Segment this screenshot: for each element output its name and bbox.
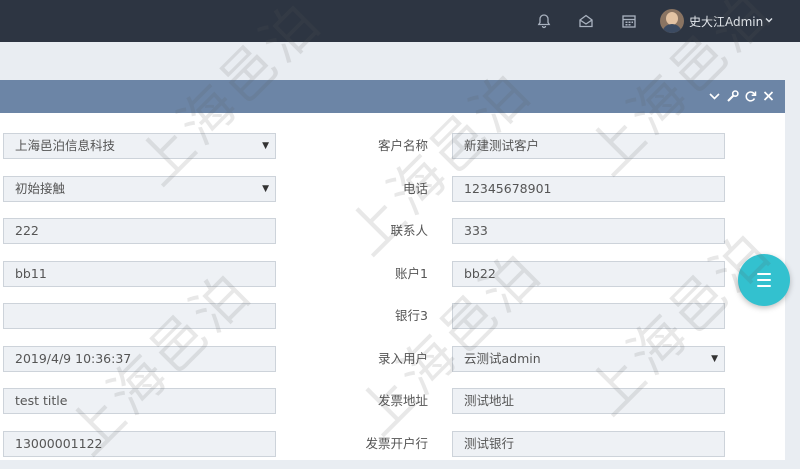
- customer-name-field[interactable]: 新建测试客户: [452, 133, 725, 159]
- phone-input[interactable]: 12345678901: [452, 176, 725, 202]
- close-icon[interactable]: [762, 89, 775, 103]
- menu-icon: [757, 273, 771, 291]
- top-navbar: 史大江Admin: [0, 0, 800, 42]
- calendar-icon[interactable]: [621, 13, 637, 29]
- company-select[interactable]: 上海邑泊信息科技 ▼: [3, 133, 276, 159]
- collapse-chevron-icon[interactable]: [708, 89, 721, 103]
- username[interactable]: 史大江Admin: [689, 13, 763, 30]
- stage-select[interactable]: 初始接触 ▼: [3, 176, 276, 202]
- invoice-address-field[interactable]: 测试地址: [452, 388, 725, 414]
- caret-down-icon: ▼: [711, 354, 718, 364]
- text-field[interactable]: 222: [3, 218, 276, 244]
- account1-label: 账户1: [395, 266, 428, 281]
- invoice-bank-field[interactable]: 测试银行: [452, 431, 725, 457]
- chevron-down-icon[interactable]: [764, 15, 774, 25]
- title-field[interactable]: test title: [3, 388, 276, 414]
- phone-label: 电话: [402, 181, 428, 196]
- bank3-label: 银行3: [395, 308, 428, 323]
- contact-label: 联系人: [390, 223, 428, 238]
- entry-user-select[interactable]: 云测试admin ▼: [452, 346, 725, 372]
- entry-time-field[interactable]: 2019/4/9 10:36:37: [3, 346, 276, 372]
- mail-open-icon[interactable]: [578, 13, 594, 29]
- text-field[interactable]: bb11: [3, 261, 276, 287]
- phone-field[interactable]: 13000001122: [3, 431, 276, 457]
- entry-user-value: 云测试admin: [464, 351, 541, 366]
- empty-text-field[interactable]: [3, 303, 276, 329]
- caret-down-icon: ▼: [262, 141, 269, 151]
- customer-name-label: 客户名称: [377, 138, 428, 153]
- stage-select-value: 初始接触: [15, 181, 66, 196]
- account1-field[interactable]: bb22: [452, 261, 725, 287]
- bank3-field[interactable]: [452, 303, 725, 329]
- company-select-value: 上海邑泊信息科技: [15, 138, 116, 153]
- invoice-address-label: 发票地址: [377, 393, 428, 408]
- refresh-icon[interactable]: [744, 89, 757, 103]
- entry-user-label: 录入用户: [377, 351, 428, 366]
- menu-fab-button[interactable]: [738, 254, 790, 306]
- invoice-bank-label: 发票开户行: [365, 436, 428, 451]
- avatar[interactable]: [660, 9, 684, 33]
- panel-tools: [708, 89, 775, 103]
- panel-header: [0, 80, 785, 113]
- wrench-icon[interactable]: [726, 89, 739, 103]
- bell-icon[interactable]: [536, 13, 552, 29]
- caret-down-icon: ▼: [262, 184, 269, 194]
- contact-field[interactable]: 333: [452, 218, 725, 244]
